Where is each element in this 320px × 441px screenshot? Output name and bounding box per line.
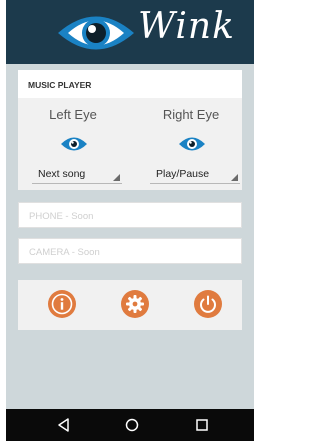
phone-field[interactable]: PHONE - Soon (18, 202, 242, 228)
left-eye-label: Left Eye (49, 107, 97, 122)
right-eye-label: Right Eye (162, 107, 220, 122)
phone-field-placeholder: PHONE - Soon (29, 211, 94, 222)
dropdown-arrow-icon (113, 174, 120, 181)
right-eye-icon (179, 137, 205, 151)
music-player-card: MUSIC PLAYER Left Eye Right Eye Next son… (18, 70, 242, 190)
dropdown-arrow-icon (231, 174, 238, 181)
app-screen: Wink MUSIC PLAYER Left Eye Right Eye Nex… (6, 0, 254, 441)
actions-card (18, 280, 242, 330)
app-header: Wink (6, 0, 254, 64)
back-icon[interactable] (56, 417, 72, 433)
power-icon (200, 295, 216, 313)
info-icon (51, 293, 73, 315)
recent-apps-icon[interactable] (194, 417, 210, 433)
power-button[interactable] (194, 290, 222, 318)
music-player-title: MUSIC PLAYER (18, 70, 242, 98)
right-eye-action-dropdown[interactable]: Play/Pause (150, 166, 240, 184)
left-eye-action-dropdown[interactable]: Next song (32, 166, 122, 184)
eye-logo-icon (58, 16, 134, 50)
camera-field[interactable]: CAMERA - Soon (18, 238, 242, 264)
right-eye-action-value: Play/Pause (156, 168, 210, 180)
settings-button[interactable] (121, 290, 149, 318)
camera-field-placeholder: CAMERA - Soon (29, 247, 100, 258)
left-eye-action-value: Next song (38, 168, 86, 180)
app-logo-text: Wink (138, 6, 235, 47)
info-button[interactable] (48, 290, 76, 318)
left-eye-icon (61, 137, 87, 151)
gear-icon (126, 295, 144, 313)
system-nav-bar (6, 409, 254, 441)
home-icon[interactable] (124, 417, 140, 433)
